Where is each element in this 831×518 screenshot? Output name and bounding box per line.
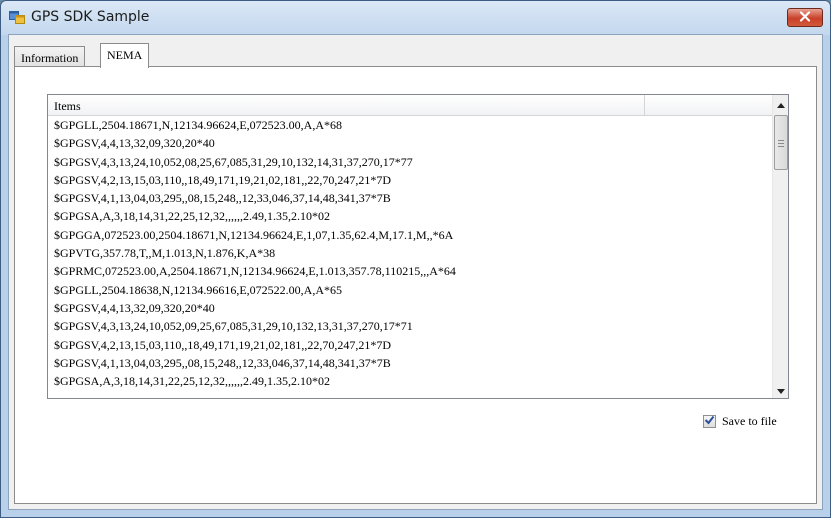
scroll-thumb[interactable] [774,115,788,170]
grip-icon [778,140,784,147]
app-window: GPS SDK Sample Information NEMA Items $G… [0,0,831,518]
tab-nema[interactable]: NEMA [100,43,150,68]
scroll-up-button[interactable] [773,95,788,113]
list-item[interactable]: $GPGSV,4,4,13,32,09,320,20*40 [48,134,772,152]
column-header-items[interactable]: Items [48,95,645,116]
save-to-file-checkbox[interactable]: Save to file [703,413,777,429]
app-window-icon [9,10,25,24]
nmea-items-list[interactable]: Items $GPGLL,2504.18671,N,12134.96624,E,… [47,94,789,399]
scroll-down-button[interactable] [773,381,788,399]
list-item[interactable]: $GPVTG,357.78,T,,M,1.013,N,1.876,K,A*38 [48,244,772,262]
save-to-file-label: Save to file [722,413,777,428]
list-item[interactable]: $GPGSA,A,3,18,14,31,22,25,12,32,,,,,,2.4… [48,207,772,225]
column-header-empty[interactable] [645,95,772,116]
tab-information[interactable]: Information [14,46,86,66]
list-item[interactable]: $GPGSV,4,3,13,24,10,052,08,25,67,085,31,… [48,153,772,171]
tab-label: NEMA [107,48,143,62]
window-title: GPS SDK Sample [31,9,150,25]
arrow-down-icon [777,381,785,399]
list-item[interactable]: $GPGLL,2504.18638,N,12134.96616,E,072522… [48,281,772,299]
title-bar[interactable]: GPS SDK Sample [1,1,830,35]
list-item[interactable]: $GPGGA,072523.00,2504.18671,N,12134.9662… [48,226,772,244]
vertical-scrollbar[interactable] [772,95,788,399]
list-item[interactable]: $GPGSA,A,3,18,14,31,22,25,12,32,,,,,,2.4… [48,372,772,390]
list-item[interactable]: $GPGSV,4,4,13,32,09,320,20*40 [48,299,772,317]
list-item[interactable]: $GPGSV,4,1,13,04,03,295,,08,15,248,,12,3… [48,354,772,372]
list-item[interactable]: $GPGSV,4,3,13,24,10,052,09,25,67,085,31,… [48,317,772,335]
checkmark-icon [704,412,715,430]
arrow-up-icon [777,95,785,113]
list-item[interactable]: $GPGSV,4,2,13,15,03,110,,18,49,171,19,21… [48,336,772,354]
nema-tab-page: Items $GPGLL,2504.18671,N,12134.96624,E,… [14,66,817,504]
list-header: Items [48,95,772,116]
client-area: Information NEMA Items $GPGLL,2504.18671… [8,34,823,510]
close-icon [799,9,811,27]
list-item[interactable]: $GPRMC,072523.00,A,2504.18671,N,12134.96… [48,262,772,280]
tab-label: Information [21,51,79,65]
list-item[interactable]: $GPGSV,4,1,13,04,03,295,,08,15,248,,12,3… [48,189,772,207]
list-body: $GPGLL,2504.18671,N,12134.96624,E,072523… [48,116,772,398]
list-item[interactable]: $GPGLL,2504.18671,N,12134.96624,E,072523… [48,116,772,134]
close-button[interactable] [787,8,823,27]
checkbox-box[interactable] [703,412,716,430]
list-item[interactable]: $GPGSV,4,2,13,15,03,110,,18,49,171,19,21… [48,171,772,189]
